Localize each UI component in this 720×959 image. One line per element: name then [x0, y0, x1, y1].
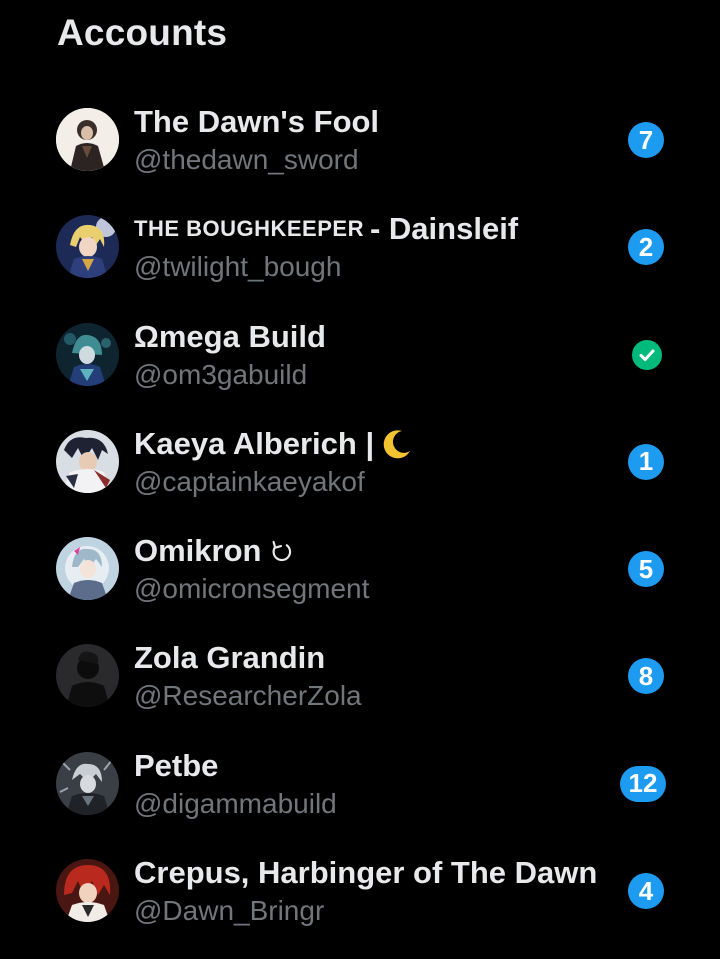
notification-count-badge: 5 — [628, 551, 664, 588]
avatar — [56, 322, 119, 386]
avatar-red-hair-figure-icon — [56, 859, 119, 923]
account-list: The Dawn's Fool @thedawn_sword 7 THE BOU… — [0, 86, 720, 944]
account-handle: @twilight_bough — [134, 251, 342, 283]
notification-count-badge: 1 — [628, 443, 664, 480]
account-row-captainkaeyakof[interactable]: Kaeya Alberich | @captainkaeyakof 1 — [0, 408, 720, 515]
avatar-blonde-figure-icon — [56, 215, 119, 279]
account-handle: @captainkaeyakof — [134, 465, 365, 497]
avatar — [56, 537, 119, 601]
refresh-arrow-icon — [272, 541, 292, 562]
notification-count-badge: 2 — [628, 229, 664, 266]
account-name: Zola Grandin — [134, 640, 326, 676]
account-row-dawn-bringr[interactable]: Crepus, Harbinger of The Dawn @Dawn_Brin… — [0, 837, 720, 944]
avatar-dark-hair-figure-icon — [56, 429, 119, 493]
page-title: Accounts — [57, 12, 228, 53]
avatar-anime-figure-icon — [56, 537, 119, 601]
account-handle: @thedawn_sword — [134, 144, 359, 175]
account-handle: @om3gabuild — [134, 358, 308, 390]
check-icon — [632, 339, 662, 370]
account-row-thedawn-sword[interactable]: The Dawn's Fool @thedawn_sword 7 — [0, 86, 720, 193]
account-row-omicronsegment[interactable]: Omikron @omicronsegment 5 — [0, 515, 720, 622]
avatar — [56, 108, 119, 171]
account-row-digammabuild[interactable]: Petbe @digammabuild 12 — [0, 730, 720, 837]
account-name: The Dawn's Fool — [134, 104, 380, 139]
account-handle: @digammabuild — [134, 787, 337, 819]
account-row-om3gabuild[interactable]: Ωmega Build @om3gabuild — [0, 301, 720, 408]
notification-count-badge: 12 — [620, 765, 666, 802]
crescent-moon-icon — [383, 430, 411, 459]
account-handle: @omicronsegment — [134, 573, 370, 605]
avatar-silhouette-icon — [56, 644, 119, 708]
avatar — [56, 215, 119, 279]
avatar — [56, 429, 119, 493]
notification-count-badge: 4 — [628, 873, 664, 910]
account-handle: @Dawn_Bringr — [134, 895, 325, 927]
account-handle: @ResearcherZola — [134, 680, 362, 712]
account-name: Crepus, Harbinger of The Dawn — [134, 855, 598, 891]
avatar — [56, 859, 119, 923]
account-name: Ωmega Build — [134, 318, 326, 354]
account-row-researcherzola[interactable]: Zola Grandin @ResearcherZola 8 — [0, 622, 720, 729]
notification-count-badge: 8 — [628, 658, 664, 695]
account-name: Petbe — [134, 747, 219, 783]
avatar-teal-figure-icon — [56, 322, 119, 386]
account-name: THE BOUGHKEEPER - Dainsleif — [134, 211, 519, 247]
account-row-twilight-bough[interactable]: THE BOUGHKEEPER - Dainsleif @twilight_bo… — [0, 193, 720, 300]
avatar-grey-figure-icon — [56, 751, 119, 815]
avatar-dark-figure-icon — [56, 108, 119, 171]
avatar — [56, 751, 119, 815]
account-name: Kaeya Alberich | — [134, 426, 414, 462]
account-name: Omikron — [134, 533, 295, 569]
avatar — [56, 644, 119, 708]
notification-count-badge: 7 — [628, 122, 664, 158]
